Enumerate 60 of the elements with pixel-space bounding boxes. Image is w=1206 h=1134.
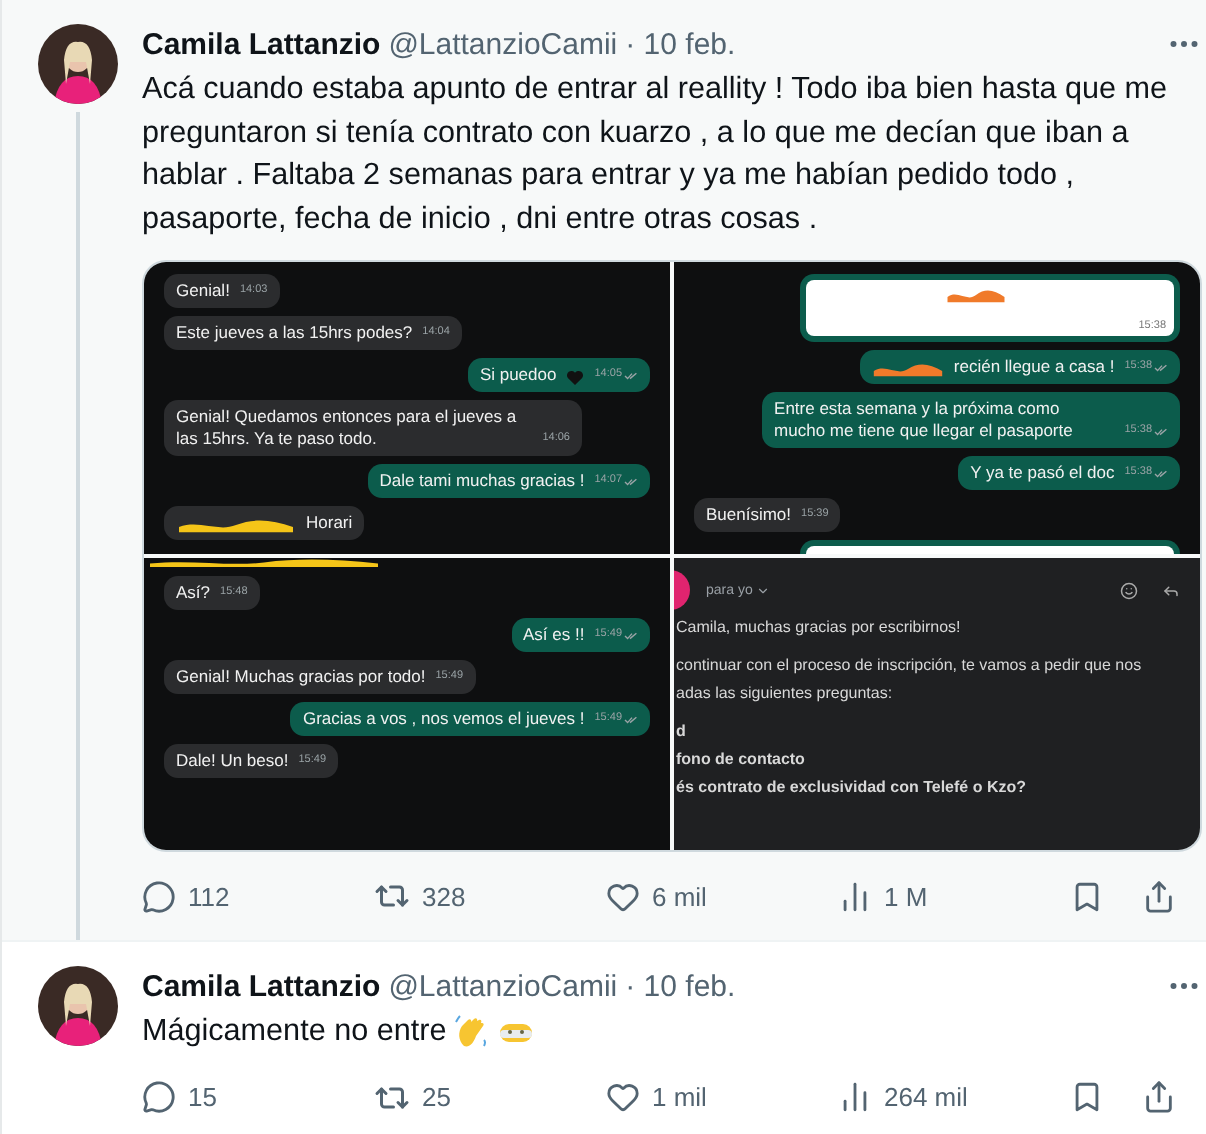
bar-chart-icon	[838, 879, 872, 913]
double-check-icon	[624, 371, 638, 379]
views-button[interactable]: 1 M	[838, 879, 1070, 913]
message-text: Dale tami muchas gracias !	[379, 470, 585, 492]
like-button[interactable]: 1 mil	[606, 1080, 838, 1114]
author-name[interactable]: Camila Lattanzio	[142, 27, 381, 61]
double-check-icon	[1154, 469, 1168, 477]
email-text: adas las siguientes preguntas:	[674, 682, 893, 704]
views-button[interactable]: 264 mil	[838, 1080, 1070, 1114]
email-text: d	[674, 720, 686, 742]
message-text: Genial! Muchas gracias por todo!	[176, 666, 426, 688]
chevron-down-icon	[756, 583, 771, 597]
message-text: Entre esta semana y la próxima como mucho me tiene que llegar el pasaporte	[774, 398, 1075, 442]
reply-button[interactable]: 112	[142, 879, 374, 913]
message-text: Este jueves a las 15hrs podes?	[176, 322, 413, 344]
email-text: fono de contacto	[674, 748, 805, 770]
double-check-icon	[624, 477, 638, 485]
email-text: continuar con el proceso de inscripción, te vamos a pedir que nos	[674, 654, 1142, 676]
message-text: Genial! Quedamos entonces para el jueves a las 15hrs. Ya te paso todo.	[176, 406, 519, 450]
post-date[interactable]: · 10 feb.	[625, 27, 736, 61]
message-text: Así?	[176, 582, 211, 604]
reply-icon	[1162, 581, 1180, 599]
tweet-text: Acá cuando estaba apunto de entrar al reallity ! Todo iba bien hasta que me preguntaron si tenía contrato con kuarzo , a lo que me decían que iban a hablar . Faltaba 2 semanas para entrar y ya me habían pedido todo , pasaporte, fecha de inicio , dni entre otras cosas .	[142, 70, 1170, 239]
message-text: Horari	[306, 512, 353, 534]
waving-hand-icon	[454, 1013, 491, 1050]
like-button[interactable]: 6 mil	[606, 879, 838, 913]
bookmark-icon	[1070, 879, 1104, 913]
avatar	[38, 966, 118, 1046]
message-text: Así es !!	[523, 624, 585, 646]
reply-button[interactable]: 15	[142, 1080, 374, 1114]
author-handle[interactable]: @LattanzioCamii	[388, 969, 618, 1003]
reply-icon	[142, 1080, 176, 1114]
double-check-icon	[1154, 363, 1168, 371]
post-date[interactable]: · 10 feb.	[625, 969, 736, 1003]
double-check-icon	[1154, 427, 1168, 435]
share-icon	[1142, 1080, 1176, 1114]
heart-icon	[606, 879, 640, 913]
avatar	[38, 24, 118, 104]
smiley-icon	[1120, 581, 1138, 599]
message-text: Gracias a vos , nos vemos el jueves !	[302, 708, 585, 730]
author-name[interactable]: Camila Lattanzio	[142, 969, 381, 1003]
message-text: Dale! Un beso!	[176, 750, 289, 772]
share-icon	[1142, 879, 1176, 913]
heart-icon	[606, 1080, 640, 1114]
message-text: Y ya te pasó el doc	[970, 462, 1115, 484]
author-handle[interactable]: @LattanzioCamii	[388, 27, 618, 61]
double-check-icon	[624, 631, 638, 639]
message-text: Buenísimo!	[706, 504, 792, 526]
email-text: Camila, muchas gracias por escribirnos!	[674, 616, 961, 638]
retweet-button[interactable]: 25	[374, 1079, 606, 1115]
message-text: Genial!	[176, 280, 230, 302]
message-text: Si puedoo	[479, 364, 557, 386]
bar-chart-icon	[838, 1080, 872, 1114]
retweet-button[interactable]: 328	[374, 878, 606, 914]
tweet-text: Mágicamente no entre	[142, 1012, 447, 1052]
reply-icon	[142, 879, 176, 913]
message-text: recién llegue a casa !	[953, 356, 1115, 378]
double-check-icon	[624, 715, 638, 723]
bookmark-icon	[1070, 1080, 1104, 1114]
email-text: és contrato de exclusividad con Telefé o Kzo?	[674, 776, 1027, 798]
